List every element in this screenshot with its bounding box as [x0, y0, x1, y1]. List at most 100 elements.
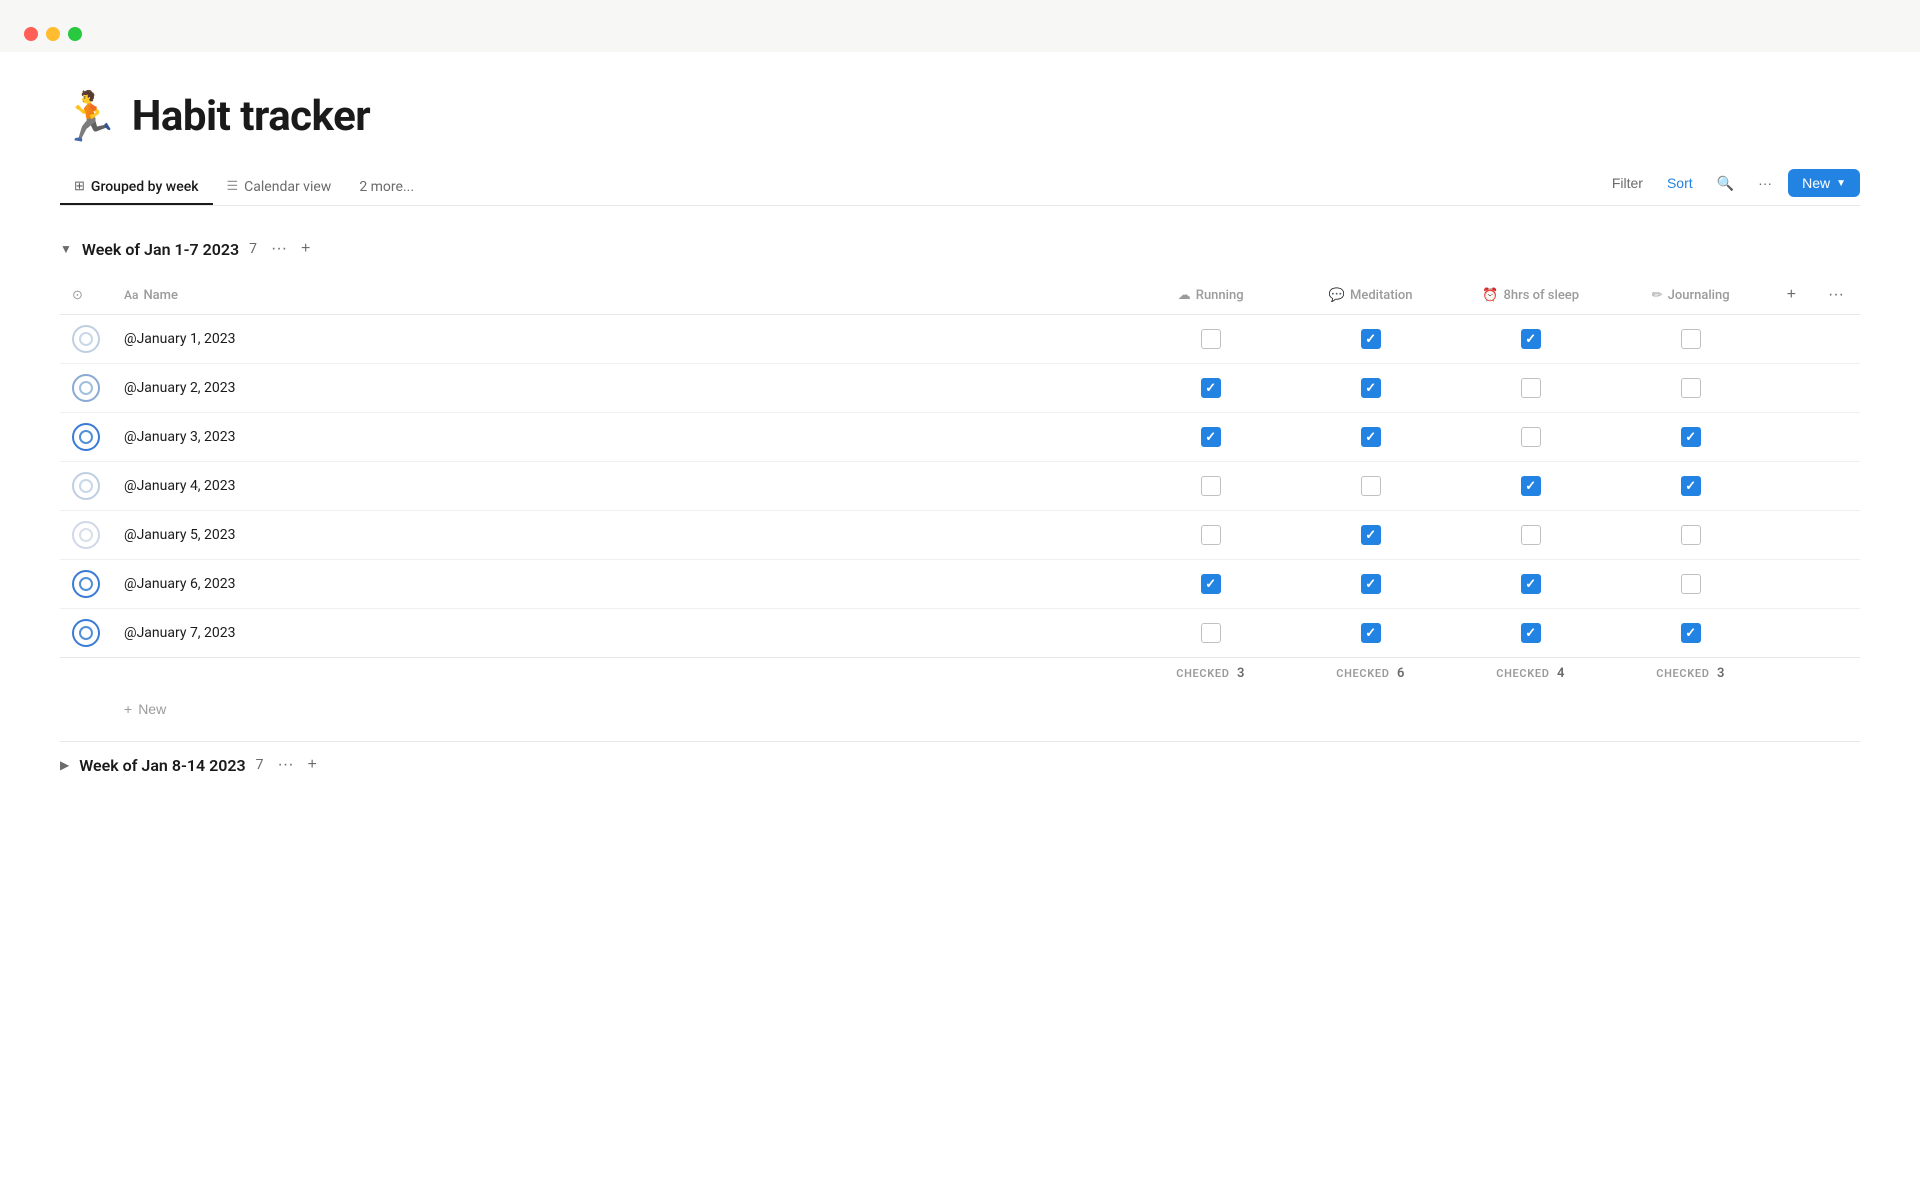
more-columns-button[interactable]: ··· — [1824, 284, 1848, 306]
week1-add-button[interactable]: + — [297, 238, 314, 260]
aa-icon: Aa — [124, 288, 138, 302]
cell-running-5 — [1131, 560, 1291, 609]
fullscreen-button[interactable] — [68, 27, 82, 41]
cell-journaling-2 — [1611, 413, 1771, 462]
checkbox-sleep-5[interactable] — [1521, 574, 1541, 594]
checkbox-running-3[interactable] — [1201, 476, 1221, 496]
new-row-label: New — [138, 701, 166, 717]
checkbox-running-1[interactable] — [1201, 378, 1221, 398]
checkbox-sleep-1[interactable] — [1521, 378, 1541, 398]
row-name-cell-0: @January 1, 2023 — [112, 315, 1131, 364]
week2-title: Week of Jan 8-14 2023 — [79, 756, 245, 775]
row-more-5 — [1812, 560, 1860, 609]
sleep-label: 8hrs of sleep — [1503, 288, 1579, 303]
checkbox-meditation-4[interactable] — [1361, 525, 1381, 545]
row-extra-0 — [1771, 315, 1812, 364]
checkbox-sleep-3[interactable] — [1521, 476, 1541, 496]
tab-grouped-by-week[interactable]: ⊞ Grouped by week — [60, 171, 213, 205]
cell-journaling-5 — [1611, 560, 1771, 609]
row-icon-4 — [72, 521, 100, 549]
total-running-value: 3 — [1237, 666, 1245, 681]
row-name-cell-5: @January 6, 2023 — [112, 560, 1131, 609]
cell-journaling-1 — [1611, 364, 1771, 413]
table-row: @January 1, 2023 — [60, 315, 1860, 364]
total-sleep-value: 4 — [1557, 666, 1565, 681]
add-column-button[interactable]: + — [1783, 284, 1800, 306]
plus-icon: + — [124, 701, 132, 717]
total-running: CHECKED 3 — [1131, 658, 1291, 690]
total-journaling-value: 3 — [1717, 666, 1725, 681]
row-date-4: @January 5, 2023 — [124, 527, 236, 543]
checkbox-journaling-4[interactable] — [1681, 525, 1701, 545]
checkbox-running-4[interactable] — [1201, 525, 1221, 545]
traffic-lights — [24, 27, 82, 41]
checkbox-journaling-6[interactable] — [1681, 623, 1701, 643]
week2-more-button[interactable]: ··· — [274, 754, 298, 776]
checkbox-meditation-3[interactable] — [1361, 476, 1381, 496]
more-options-button[interactable]: ··· — [1750, 171, 1780, 195]
checkbox-running-2[interactable] — [1201, 427, 1221, 447]
row-icon-6 — [72, 619, 100, 647]
checkbox-running-6[interactable] — [1201, 623, 1221, 643]
checkbox-meditation-5[interactable] — [1361, 574, 1381, 594]
row-date-5: @January 6, 2023 — [124, 576, 236, 592]
target-icon: ⊙ — [72, 288, 83, 303]
cell-sleep-0 — [1451, 315, 1611, 364]
checkbox-meditation-0[interactable] — [1361, 329, 1381, 349]
checkbox-meditation-2[interactable] — [1361, 427, 1381, 447]
row-icon-inner-0 — [79, 332, 93, 346]
row-icon-inner-1 — [79, 381, 93, 395]
row-icon-cell-2 — [60, 413, 112, 462]
checkbox-sleep-4[interactable] — [1521, 525, 1541, 545]
week1-collapse-chevron[interactable]: ▼ — [60, 242, 72, 256]
checkbox-meditation-1[interactable] — [1361, 378, 1381, 398]
total-journaling: CHECKED 3 — [1611, 658, 1771, 690]
row-icon-3 — [72, 472, 100, 500]
checkbox-sleep-6[interactable] — [1521, 623, 1541, 643]
tab-calendar-view[interactable]: ☰ Calendar view — [213, 171, 346, 205]
row-name-cell-6: @January 7, 2023 — [112, 609, 1131, 658]
filter-button[interactable]: Filter — [1604, 171, 1651, 195]
checkbox-journaling-3[interactable] — [1681, 476, 1701, 496]
checkbox-running-0[interactable] — [1201, 329, 1221, 349]
row-date-2: @January 3, 2023 — [124, 429, 236, 445]
checkbox-running-5[interactable] — [1201, 574, 1221, 594]
row-icon-cell-3 — [60, 462, 112, 511]
th-add-col[interactable]: + — [1771, 276, 1812, 315]
cell-sleep-6 — [1451, 609, 1611, 658]
row-date-3: @January 4, 2023 — [124, 478, 236, 494]
checkbox-journaling-1[interactable] — [1681, 378, 1701, 398]
total-sleep: CHECKED 4 — [1451, 658, 1611, 690]
new-row-button[interactable]: + New — [112, 693, 178, 725]
cell-sleep-1 — [1451, 364, 1611, 413]
row-icon-cell-4 — [60, 511, 112, 560]
sort-button[interactable]: Sort — [1659, 171, 1701, 195]
search-button[interactable]: 🔍 — [1709, 171, 1742, 196]
total-journaling-label: CHECKED — [1656, 667, 1709, 680]
content: ▼ Week of Jan 1-7 2023 7 ··· + ⊙ Aa Name — [60, 206, 1860, 788]
new-row-area: + New — [60, 689, 1860, 741]
week2-add-button[interactable]: + — [304, 754, 321, 776]
cell-journaling-3 — [1611, 462, 1771, 511]
cell-journaling-4 — [1611, 511, 1771, 560]
checkbox-meditation-6[interactable] — [1361, 623, 1381, 643]
close-button[interactable] — [24, 27, 38, 41]
week1-more-button[interactable]: ··· — [267, 238, 291, 260]
cell-sleep-3 — [1451, 462, 1611, 511]
checkbox-journaling-0[interactable] — [1681, 329, 1701, 349]
checkbox-journaling-2[interactable] — [1681, 427, 1701, 447]
new-button[interactable]: New ▼ — [1788, 169, 1860, 197]
minimize-button[interactable] — [46, 27, 60, 41]
checkbox-journaling-5[interactable] — [1681, 574, 1701, 594]
cell-meditation-4 — [1291, 511, 1451, 560]
page-title: Habit tracker — [132, 92, 370, 141]
checkbox-sleep-2[interactable] — [1521, 427, 1541, 447]
week2-collapse-chevron[interactable]: ▶ — [60, 758, 69, 772]
row-more-2 — [1812, 413, 1860, 462]
row-icon-inner-3 — [79, 479, 93, 493]
tab-more[interactable]: 2 more... — [345, 171, 428, 205]
checkbox-sleep-0[interactable] — [1521, 329, 1541, 349]
new-label: New — [1802, 175, 1830, 191]
running-label: Running — [1196, 288, 1244, 303]
th-more-col[interactable]: ··· — [1812, 276, 1860, 315]
